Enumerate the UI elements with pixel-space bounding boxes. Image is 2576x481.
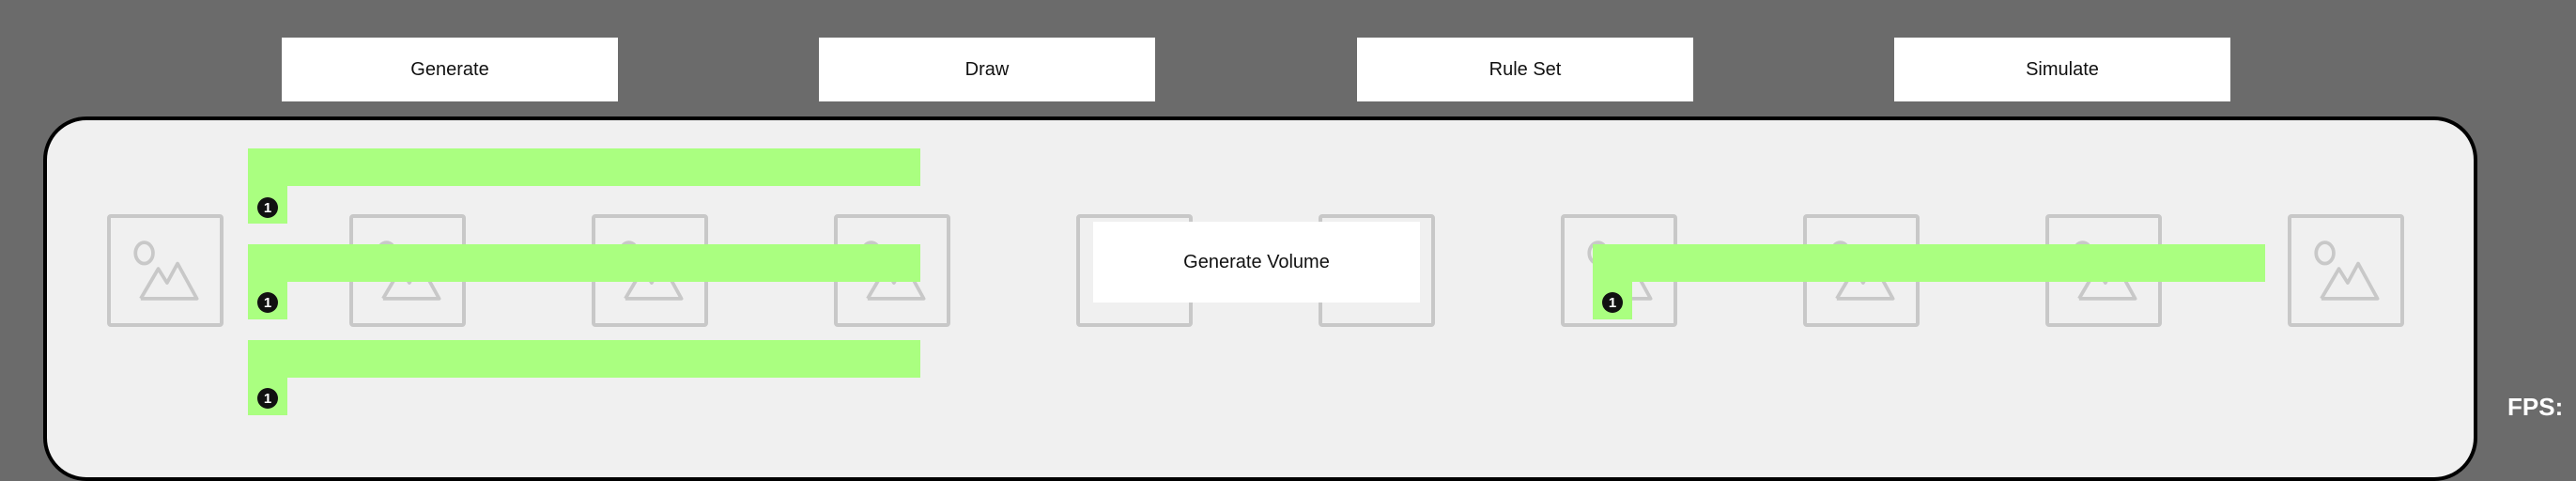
draw-button[interactable]: Draw	[819, 38, 1155, 101]
simulate-button[interactable]: Simulate	[1894, 38, 2230, 101]
generate-volume-button[interactable]: Generate Volume	[1093, 222, 1420, 303]
highlight-bar	[248, 148, 920, 186]
image-placeholder-icon[interactable]	[2288, 214, 2404, 327]
generate-button[interactable]: Generate	[282, 38, 618, 101]
highlight-bar	[248, 244, 920, 282]
fps-label: FPS:	[2507, 393, 2564, 421]
highlight-bar	[1593, 244, 2265, 282]
rule-set-button[interactable]: Rule Set	[1357, 38, 1693, 101]
count-badge: 1	[257, 197, 278, 218]
count-badge: 1	[257, 292, 278, 313]
image-placeholder-icon[interactable]	[107, 214, 224, 327]
count-badge: 1	[1602, 292, 1623, 313]
count-badge: 1	[257, 388, 278, 409]
highlight-bar	[248, 340, 920, 378]
